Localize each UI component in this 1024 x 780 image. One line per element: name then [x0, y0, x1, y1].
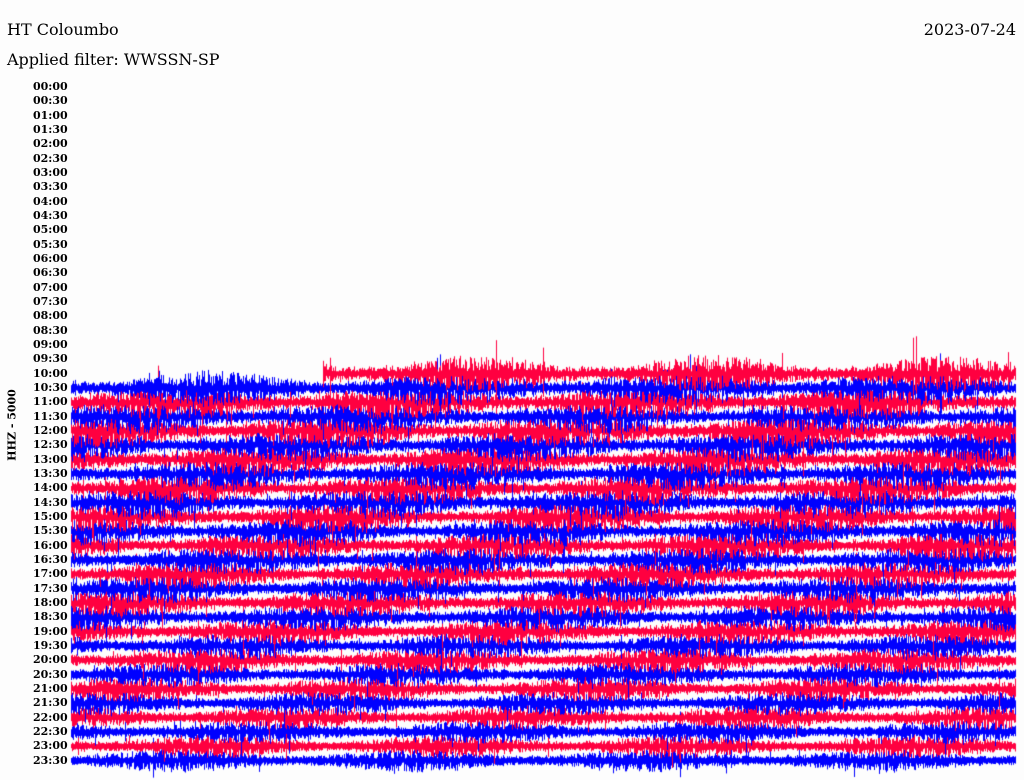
- time-tick-label: 00:00: [33, 80, 68, 93]
- time-tick-label: 03:30: [33, 180, 68, 194]
- time-tick-label: 18:00: [33, 595, 68, 609]
- time-tick-label: 09:30: [33, 352, 68, 366]
- time-tick-label: 07:00: [33, 280, 68, 294]
- time-tick-label: 01:00: [33, 108, 68, 122]
- date-label: 2023-07-24: [923, 20, 1016, 39]
- time-tick-label: 05:00: [33, 223, 68, 237]
- time-tick-label: 02:00: [33, 137, 68, 151]
- time-tick-label: 05:30: [33, 237, 68, 251]
- helicorder-traces: [68, 330, 1024, 780]
- time-tick-label: 16:00: [33, 538, 68, 552]
- time-tick-label: 19:00: [33, 624, 68, 638]
- filter-label: Applied filter: WWSSN-SP: [7, 50, 220, 69]
- time-tick-label: 12:30: [33, 438, 68, 452]
- time-tick-label: 00:30: [33, 94, 68, 108]
- time-tick-label: 02:30: [33, 151, 68, 165]
- time-tick-label: 04:30: [33, 208, 68, 222]
- time-tick-label: 04:00: [33, 194, 68, 208]
- time-tick-label: 10:00: [33, 366, 68, 380]
- time-tick-label: 15:30: [33, 524, 68, 538]
- time-tick-label: 08:00: [33, 309, 68, 323]
- channel-label: HHZ - 5000: [5, 389, 19, 461]
- time-tick-label: 01:30: [33, 122, 68, 136]
- time-tick-label: 10:30: [33, 380, 68, 394]
- station-title: HT Coloumbo: [7, 20, 119, 39]
- time-tick-label: 20:00: [33, 653, 68, 667]
- time-tick-label: 14:00: [33, 481, 68, 495]
- time-tick-label: 03:00: [33, 165, 68, 179]
- time-tick-label: 22:30: [33, 724, 68, 738]
- time-tick-label: 11:00: [33, 395, 68, 409]
- time-tick-label: 07:30: [33, 294, 68, 308]
- time-tick-label: 17:30: [33, 581, 68, 595]
- time-tick-label: 21:30: [33, 696, 68, 710]
- time-tick-label: 22:00: [33, 710, 68, 724]
- time-tick-label: 08:30: [33, 323, 68, 337]
- time-tick-label: 13:00: [33, 452, 68, 466]
- time-tick-label: 12:00: [33, 423, 68, 437]
- time-tick-label: 17:00: [33, 567, 68, 581]
- time-tick-label: 20:30: [33, 667, 68, 681]
- time-tick-label: 21:00: [33, 681, 68, 695]
- time-tick-label: 13:30: [33, 466, 68, 480]
- time-tick-label: 14:30: [33, 495, 68, 509]
- time-tick-label: 11:30: [33, 409, 68, 423]
- time-tick-label: 23:00: [33, 739, 68, 753]
- time-tick-label: 15:00: [33, 509, 68, 523]
- time-tick-label: 06:30: [33, 266, 68, 280]
- time-tick-label: 06:00: [33, 251, 68, 265]
- time-tick-label: 19:30: [33, 638, 68, 652]
- time-tick-label: 09:00: [33, 337, 68, 351]
- time-tick-label: 23:30: [33, 753, 68, 767]
- time-tick-label: 16:30: [33, 552, 68, 566]
- time-tick-label: 18:30: [33, 610, 68, 624]
